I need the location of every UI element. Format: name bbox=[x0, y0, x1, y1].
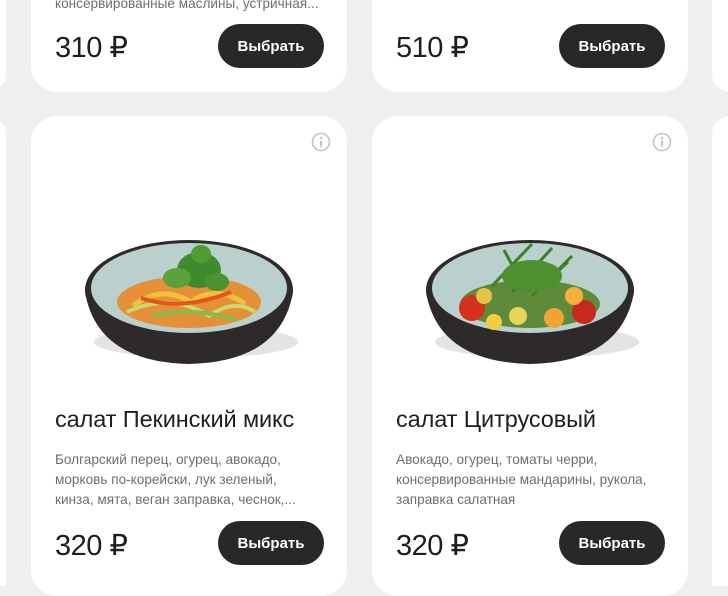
description-line: заправка салатная bbox=[396, 492, 516, 507]
select-button[interactable]: Выбрать bbox=[559, 521, 665, 565]
price: 320 ₽ bbox=[396, 530, 469, 562]
product-card-top-left[interactable]: консервированные маслины, устричная... 3… bbox=[31, 0, 347, 92]
dish-description: консервированные маслины, устричная... bbox=[55, 0, 319, 11]
price: 510 ₽ bbox=[396, 32, 469, 64]
salad-bowl-image bbox=[426, 240, 639, 364]
product-card-top-right[interactable]: 510 ₽ Выбрать bbox=[372, 0, 688, 92]
description-line: Авокадо, огурец, томаты черри, bbox=[396, 452, 598, 467]
adjacent-card-edge-left-top bbox=[0, 0, 6, 92]
select-button[interactable]: Выбрать bbox=[218, 24, 324, 68]
dish-title: салат Цитрусовый bbox=[396, 406, 596, 432]
info-icon[interactable] bbox=[652, 132, 672, 152]
adjacent-card-edge-left-bottom bbox=[0, 116, 6, 586]
product-card-peking-mix[interactable]: салат Пекинский микс Болгарский перец, о… bbox=[31, 116, 347, 596]
dish-title: салат Пекинский микс bbox=[55, 406, 295, 432]
adjacent-card-edge-right-top bbox=[712, 0, 728, 92]
salad-bowl-image bbox=[85, 240, 298, 364]
description-line: Болгарский перец, огурец, авокадо, bbox=[55, 452, 281, 467]
adjacent-card-edge-right-bottom bbox=[712, 116, 728, 586]
dish-description: Болгарский перец, огурец, авокадо, морко… bbox=[55, 450, 313, 510]
price: 320 ₽ bbox=[55, 530, 128, 562]
dish-description: Авокадо, огурец, томаты черри, консервир… bbox=[396, 450, 654, 510]
description-line: морковь по-корейски, лук зеленый, bbox=[55, 472, 277, 487]
select-button[interactable]: Выбрать bbox=[559, 24, 665, 68]
info-icon[interactable] bbox=[311, 132, 331, 152]
description-line: консервированные мандарины, рукола, bbox=[396, 472, 647, 487]
price: 310 ₽ bbox=[55, 32, 128, 64]
description-line: кинза, мята, веган заправка, чеснок,... bbox=[55, 492, 296, 507]
select-button[interactable]: Выбрать bbox=[218, 521, 324, 565]
product-card-citrus[interactable]: салат Цитрусовый Авокадо, огурец, томаты… bbox=[372, 116, 688, 596]
